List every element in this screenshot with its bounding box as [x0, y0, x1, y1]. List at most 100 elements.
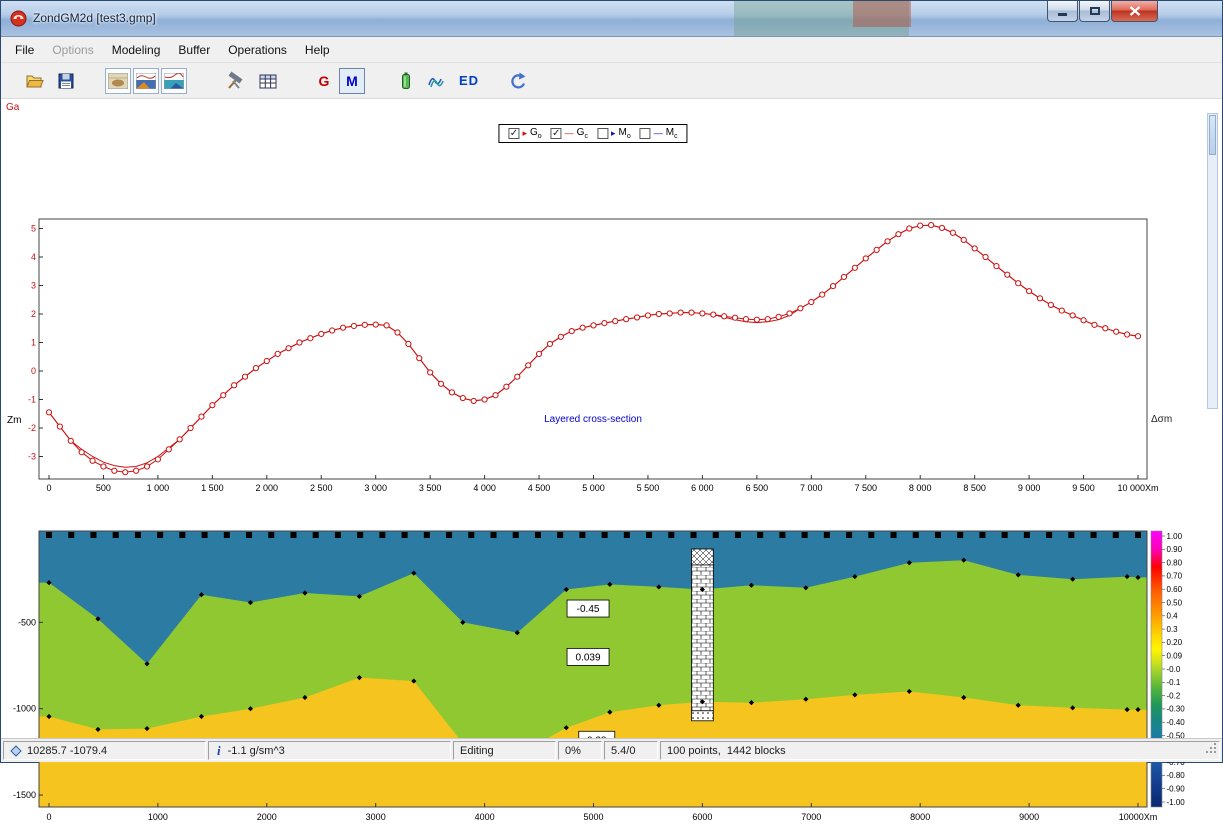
- statusbar-counts-panel: 100 points, 1442 blocks: [660, 741, 1220, 760]
- gravity-xtick: 2 500: [310, 483, 333, 493]
- legend-checkbox-mo[interactable]: [597, 128, 608, 139]
- legend-checkbox-mc[interactable]: [640, 128, 651, 139]
- magnetic-m-icon: M: [346, 73, 358, 89]
- scrollbar-thumb[interactable]: [1209, 115, 1216, 155]
- legend-item-mo[interactable]: ▸Mo: [597, 127, 631, 140]
- svg-text:0.3: 0.3: [1167, 625, 1179, 634]
- section-xtick: 10000Xm: [1119, 812, 1158, 822]
- model-view-icon: [108, 73, 128, 89]
- gravity-ytick: 2: [31, 309, 36, 319]
- battery-icon: [398, 71, 414, 91]
- misfit-value: 5.4/0: [611, 745, 635, 757]
- gravity-xtick: 7 500: [854, 483, 877, 493]
- ed-icon: ED: [459, 73, 479, 88]
- close-icon: [1129, 6, 1141, 16]
- legend-series-glyph: —: [565, 129, 574, 138]
- section-title: Layered cross-section: [544, 414, 642, 425]
- legend-checkbox-gc[interactable]: ✓: [551, 128, 562, 139]
- maximize-button[interactable]: [1079, 1, 1110, 22]
- app-window: ZondGM2d [test3.gmp] FileOptionsModeling…: [0, 0, 1223, 763]
- graph-view-icon: [136, 73, 156, 89]
- section-xtick: 2000: [257, 812, 277, 822]
- mode-label: Editing: [460, 745, 494, 757]
- minimize-button[interactable]: [1047, 1, 1078, 22]
- close-button[interactable]: [1111, 1, 1158, 22]
- gravity-xtick: 6 500: [746, 483, 769, 493]
- section-layers: -0.450.0390.28: [39, 531, 1147, 807]
- gravity-xtick: 4 000: [473, 483, 496, 493]
- gravity-ytick: 0: [31, 366, 36, 376]
- graph-view-button[interactable]: [133, 68, 159, 94]
- legend-item-go[interactable]: ✓▸Go: [508, 127, 541, 140]
- density-label[interactable]: 0.039: [567, 648, 609, 665]
- table-grid-icon: [258, 72, 278, 90]
- gravity-axis-label: Ga: [6, 102, 19, 113]
- gravity-xtick: 5 500: [637, 483, 660, 493]
- depth-tick: -1000: [13, 704, 36, 714]
- gravity-xtick: 3 500: [419, 483, 442, 493]
- model-view-button[interactable]: [105, 68, 131, 94]
- svg-text:-0.0: -0.0: [1167, 665, 1181, 674]
- legend-label: Gc: [577, 127, 588, 140]
- colorbar-gradient[interactable]: [1151, 531, 1162, 807]
- section-xtick: 8000: [910, 812, 930, 822]
- gravity-ytick: 4: [31, 252, 36, 262]
- svg-text:-0.30: -0.30: [1167, 705, 1186, 714]
- legend-item-mc[interactable]: —Mc: [640, 127, 678, 140]
- info-icon[interactable]: i: [215, 743, 223, 759]
- resize-grip[interactable]: [1204, 741, 1218, 758]
- gravity-ytick: -1: [28, 395, 36, 405]
- table-button[interactable]: [255, 68, 281, 94]
- legend-checkbox-go[interactable]: ✓: [508, 128, 519, 139]
- waves-tool-button[interactable]: [423, 68, 449, 94]
- gravity-chart[interactable]: -3-2-101234505001 0001 5002 0002 5003 00…: [1, 197, 1223, 511]
- section-xtick: 6000: [692, 812, 712, 822]
- legend-item-gc[interactable]: ✓—Gc: [551, 127, 588, 140]
- gravity-mode-button[interactable]: G: [311, 68, 337, 94]
- save-button[interactable]: [53, 68, 79, 94]
- tools-button[interactable]: [221, 68, 247, 94]
- coordinates-icon: [10, 745, 22, 757]
- ed-button[interactable]: ED: [453, 68, 485, 94]
- magnetic-mode-button[interactable]: M: [339, 68, 365, 94]
- gravity-ytick: 3: [31, 281, 36, 291]
- save-floppy-icon: [56, 71, 76, 91]
- svg-text:0.90: 0.90: [1167, 545, 1183, 554]
- svg-text:0.4: 0.4: [1167, 612, 1179, 621]
- menu-help[interactable]: Help: [296, 39, 339, 61]
- gravity-xtick: 5 000: [582, 483, 605, 493]
- waves-icon: [426, 71, 446, 91]
- chart-vertical-scrollbar[interactable]: [1207, 113, 1218, 409]
- statusbar-misfit-panel: 5.4/0: [604, 741, 658, 760]
- cross-section-chart[interactable]: -0.450.0390.28-500-1000-1500010002000300…: [1, 511, 1223, 838]
- chart-legend: ✓▸Go✓—Gc▸Mo—Mc: [498, 124, 687, 143]
- section-view-button[interactable]: [161, 68, 187, 94]
- section-xtick: 3000: [366, 812, 386, 822]
- menu-file[interactable]: File: [6, 39, 43, 61]
- svg-text:-0.80: -0.80: [1167, 771, 1186, 780]
- gravity-xtick: 1 500: [201, 483, 224, 493]
- menu-modeling[interactable]: Modeling: [103, 39, 170, 61]
- gravity-xtick: 0: [46, 483, 51, 493]
- gravity-xtick: 4 500: [528, 483, 551, 493]
- undo-button[interactable]: [505, 68, 531, 94]
- borehole-column[interactable]: [692, 549, 714, 721]
- progress-value: 0%: [565, 745, 581, 757]
- svg-text:0.70: 0.70: [1167, 572, 1183, 581]
- cell-tool-button[interactable]: [393, 68, 419, 94]
- titlebar[interactable]: ZondGM2d [test3.gmp]: [1, 1, 1222, 37]
- menubar: FileOptionsModelingBufferOperationsHelp: [1, 37, 1222, 63]
- menu-buffer[interactable]: Buffer: [169, 39, 219, 61]
- gravity-xtick: 9 500: [1072, 483, 1095, 493]
- density-label[interactable]: -0.45: [567, 600, 609, 617]
- section-xtick: 9000: [1019, 812, 1039, 822]
- menu-options[interactable]: Options: [43, 39, 102, 61]
- menu-operations[interactable]: Operations: [219, 39, 296, 61]
- depth-tick: -1500: [13, 790, 36, 800]
- section-view-icon: [164, 73, 184, 89]
- open-button[interactable]: [21, 68, 47, 94]
- gravity-ytick: -2: [28, 423, 36, 433]
- gravity-xtick: 7 000: [800, 483, 823, 493]
- statusbar-density-panel: i -1.1 g/sm^3: [208, 741, 451, 760]
- gravity-xtick: 2 000: [256, 483, 279, 493]
